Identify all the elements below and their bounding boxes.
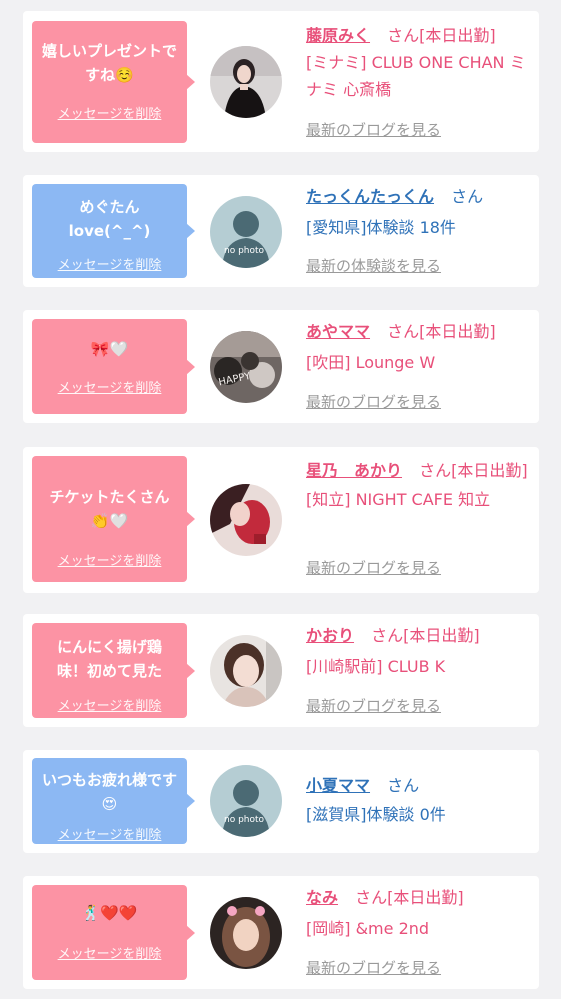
message-card: チケットたくさん👏🤍 メッセージを削除 星乃 あかり さん[本日出勤] [知立]… (23, 447, 539, 593)
delete-message-link[interactable]: メッセージを削除 (32, 103, 187, 122)
honorific: さん (451, 187, 484, 206)
user-info: あやママ さん[本日出勤] [吹田] Lounge W (306, 318, 531, 376)
latest-post-link[interactable]: 最新のブログを見る (306, 957, 441, 978)
avatar[interactable] (210, 635, 282, 707)
shop-details: [吹田] Lounge W (306, 353, 436, 372)
delete-message-link[interactable]: メッセージを削除 (32, 254, 187, 273)
user-name-link[interactable]: 小夏ママ (306, 776, 370, 795)
message-text: めぐたんlove(^_^) (68, 198, 151, 240)
shop-details: [岡崎] &me 2nd (306, 919, 430, 938)
user-info: 藤原みく さん[本日出勤] [ミナミ] CLUB ONE CHAN ミナミ 心斎… (306, 22, 531, 103)
status-text: [本日出勤] (419, 26, 496, 45)
honorific: さん (387, 322, 420, 341)
user-info: なみ さん[本日出勤] [岡崎] &me 2nd (306, 884, 531, 942)
message-bubble: いつもお疲れ様です😍 メッセージを削除 (32, 758, 195, 844)
latest-post-link[interactable]: 最新のブログを見る (306, 695, 441, 716)
user-name-link[interactable]: なみ (306, 888, 338, 907)
honorific: さん (387, 26, 420, 45)
user-info: 星乃 あかり さん[本日出勤] [知立] NIGHT CAFE 知立 (306, 457, 531, 513)
latest-post-link[interactable]: 最新のブログを見る (306, 557, 441, 578)
avatar[interactable]: no photo (210, 196, 282, 268)
message-card: 🕺❤️❤️ メッセージを削除 なみ さん[本日出勤] [岡崎] &me 2nd … (23, 876, 539, 989)
message-bubble: 🎀🤍 メッセージを削除 (32, 319, 195, 414)
message-card: 嬉しいプレゼントですね☺️ メッセージを削除 藤原みく さん[本日出勤] [ミナ… (23, 11, 539, 152)
status-text: [本日出勤] (387, 888, 464, 907)
shop-details: [ミナミ] CLUB ONE CHAN ミナミ 心斎橋 (306, 53, 526, 99)
latest-review-link[interactable]: 最新の体験談を見る (306, 255, 441, 276)
avatar-photo-icon (210, 897, 282, 969)
svg-text:no photo: no photo (224, 246, 265, 256)
no-photo-icon: no photo (210, 765, 282, 837)
avatar-photo-icon: HAPPY (210, 331, 282, 403)
review-details: [滋賀県]体験談 0件 (306, 805, 446, 824)
honorific: さん (371, 626, 404, 645)
message-text: いつもお疲れ様です😍 (41, 771, 177, 813)
message-text: 🎀🤍 (90, 340, 129, 358)
delete-message-link[interactable]: メッセージを削除 (32, 943, 187, 962)
user-info: たっくんたっくん さん [愛知県]体験談 18件 (306, 183, 531, 241)
avatar[interactable]: HAPPY (210, 331, 282, 403)
avatar-photo-icon (210, 46, 282, 118)
shop-details: [川崎駅前] CLUB K (306, 657, 446, 676)
message-bubble: チケットたくさん👏🤍 メッセージを削除 (32, 456, 195, 582)
svg-text:no photo: no photo (224, 815, 265, 825)
review-details: [愛知県]体験談 18件 (306, 218, 456, 237)
user-info: かおり さん[本日出勤] [川崎駅前] CLUB K (306, 622, 531, 680)
honorific: さん (355, 888, 388, 907)
delete-message-link[interactable]: メッセージを削除 (32, 695, 187, 714)
message-bubble: 嬉しいプレゼントですね☺️ メッセージを削除 (32, 21, 195, 143)
delete-message-link[interactable]: メッセージを削除 (32, 824, 187, 843)
no-photo-icon: no photo (210, 196, 282, 268)
latest-post-link[interactable]: 最新のブログを見る (306, 391, 441, 412)
avatar[interactable] (210, 46, 282, 118)
message-text: 🕺❤️❤️ (81, 904, 138, 922)
message-bubble: めぐたんlove(^_^) メッセージを削除 (32, 184, 195, 278)
avatar[interactable] (210, 484, 282, 556)
message-text: チケットたくさん👏🤍 (49, 488, 170, 530)
delete-message-link[interactable]: メッセージを削除 (32, 377, 187, 396)
honorific: さん (419, 461, 452, 480)
message-card: めぐたんlove(^_^) メッセージを削除 no photo たっくんたっくん… (23, 175, 539, 287)
message-bubble: 🕺❤️❤️ メッセージを削除 (32, 885, 195, 980)
user-name-link[interactable]: あやママ (306, 322, 370, 341)
message-card: 🎀🤍 メッセージを削除 HAPPY あやママ さん[本日出勤] [吹田] Lou… (23, 310, 539, 423)
status-text: [本日出勤] (403, 626, 480, 645)
status-text: [本日出勤] (419, 322, 496, 341)
user-name-link[interactable]: 星乃 あかり (306, 461, 402, 480)
message-text: 嬉しいプレゼントですね☺️ (41, 42, 177, 84)
message-card: いつもお疲れ様です😍 メッセージを削除 no photo 小夏ママ さん [滋賀… (23, 750, 539, 853)
avatar-photo-icon (210, 484, 282, 556)
shop-details: [知立] NIGHT CAFE 知立 (306, 490, 491, 509)
avatar[interactable]: no photo (210, 765, 282, 837)
message-bubble: にんにく揚げ鶏味！初めて見た メッセージを削除 (32, 623, 195, 718)
message-card: にんにく揚げ鶏味！初めて見た メッセージを削除 かおり さん[本日出勤] [川崎… (23, 614, 539, 727)
avatar[interactable] (210, 897, 282, 969)
user-info: 小夏ママ さん [滋賀県]体験談 0件 (306, 772, 531, 828)
honorific: さん (387, 776, 420, 795)
avatar-photo-icon (210, 635, 282, 707)
delete-message-link[interactable]: メッセージを削除 (32, 550, 187, 569)
user-name-link[interactable]: 藤原みく (306, 26, 370, 45)
user-name-link[interactable]: たっくんたっくん (306, 187, 434, 206)
user-name-link[interactable]: かおり (306, 626, 354, 645)
status-text: [本日出勤] (451, 461, 528, 480)
message-text: にんにく揚げ鶏味！初めて見た (56, 638, 162, 680)
latest-post-link[interactable]: 最新のブログを見る (306, 119, 441, 140)
